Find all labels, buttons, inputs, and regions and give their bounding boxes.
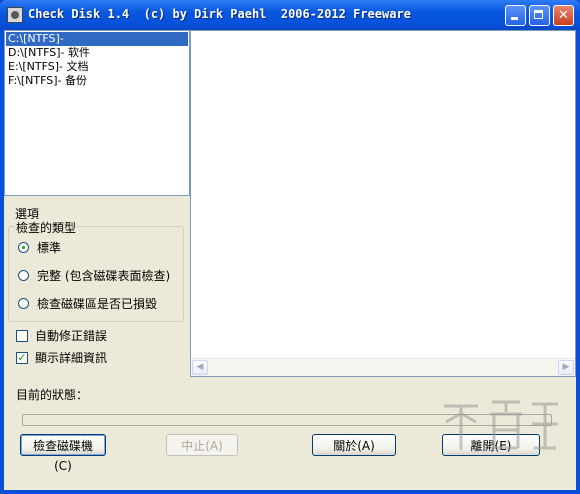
radio-standard-label: 標準 [37, 241, 62, 255]
check-type-label: 檢查的類型 [15, 219, 78, 236]
options-panel: 選項 檢查的類型 標準 完整 (包含磁碟表面檢查) 檢查磁碟區是否已損毀 自動修… [4, 196, 190, 377]
client-area: C:\[NTFS]- D:\[NTFS]- 软件 E:\[NTFS]- 文档 F… [4, 30, 576, 490]
drive-list[interactable]: C:\[NTFS]- D:\[NTFS]- 软件 E:\[NTFS]- 文档 F… [4, 30, 190, 196]
disk-app-icon[interactable] [7, 7, 23, 23]
close-button[interactable] [553, 5, 574, 26]
check-disk-button[interactable]: 檢查磁碟機(C) [20, 434, 106, 473]
drive-item[interactable]: C:\[NTFS]- [6, 32, 188, 46]
maximize-button[interactable] [529, 5, 550, 26]
minimize-button[interactable] [505, 5, 526, 26]
drive-item[interactable]: D:\[NTFS]- 软件 [6, 46, 90, 60]
status-label: 目前的狀態： [16, 388, 89, 402]
drive-item[interactable]: E:\[NTFS]- 文档 [6, 60, 88, 74]
radio-full-button[interactable] [18, 270, 29, 281]
output-log-panel[interactable]: ◀ ▶ [190, 30, 576, 377]
scroll-right-icon[interactable]: ▶ [558, 360, 574, 375]
scroll-left-icon[interactable]: ◀ [192, 360, 208, 375]
horizontal-scrollbar[interactable]: ◀ ▶ [191, 358, 575, 376]
title-bar[interactable]: Check Disk 1.4 (c) by Dirk Paehl 2006-20… [0, 0, 580, 30]
app-window: Check Disk 1.4 (c) by Dirk Paehl 2006-20… [0, 0, 580, 494]
radio-corruption-button[interactable] [18, 298, 29, 309]
radio-standard-button[interactable] [18, 242, 29, 253]
drive-item[interactable]: F:\[NTFS]- 备份 [6, 74, 87, 88]
abort-button[interactable]: 中止(A) [166, 434, 238, 456]
radio-corruption-label: 檢查磁碟區是否已損毀 [37, 297, 158, 311]
verbose-label: 顯示詳細資訊 [35, 351, 108, 365]
autofix-checkbox[interactable] [16, 330, 28, 342]
verbose-checkbox[interactable]: ✓ [16, 352, 28, 364]
exit-button[interactable]: 離開(E) [442, 434, 540, 456]
autofix-label: 自動修正錯誤 [35, 329, 108, 343]
progress-bar [22, 414, 552, 426]
about-button[interactable]: 關於(A) [312, 434, 396, 456]
window-title: Check Disk 1.4 (c) by Dirk Paehl 2006-20… [28, 7, 411, 21]
radio-full-label: 完整 (包含磁碟表面檢查) [37, 269, 171, 283]
